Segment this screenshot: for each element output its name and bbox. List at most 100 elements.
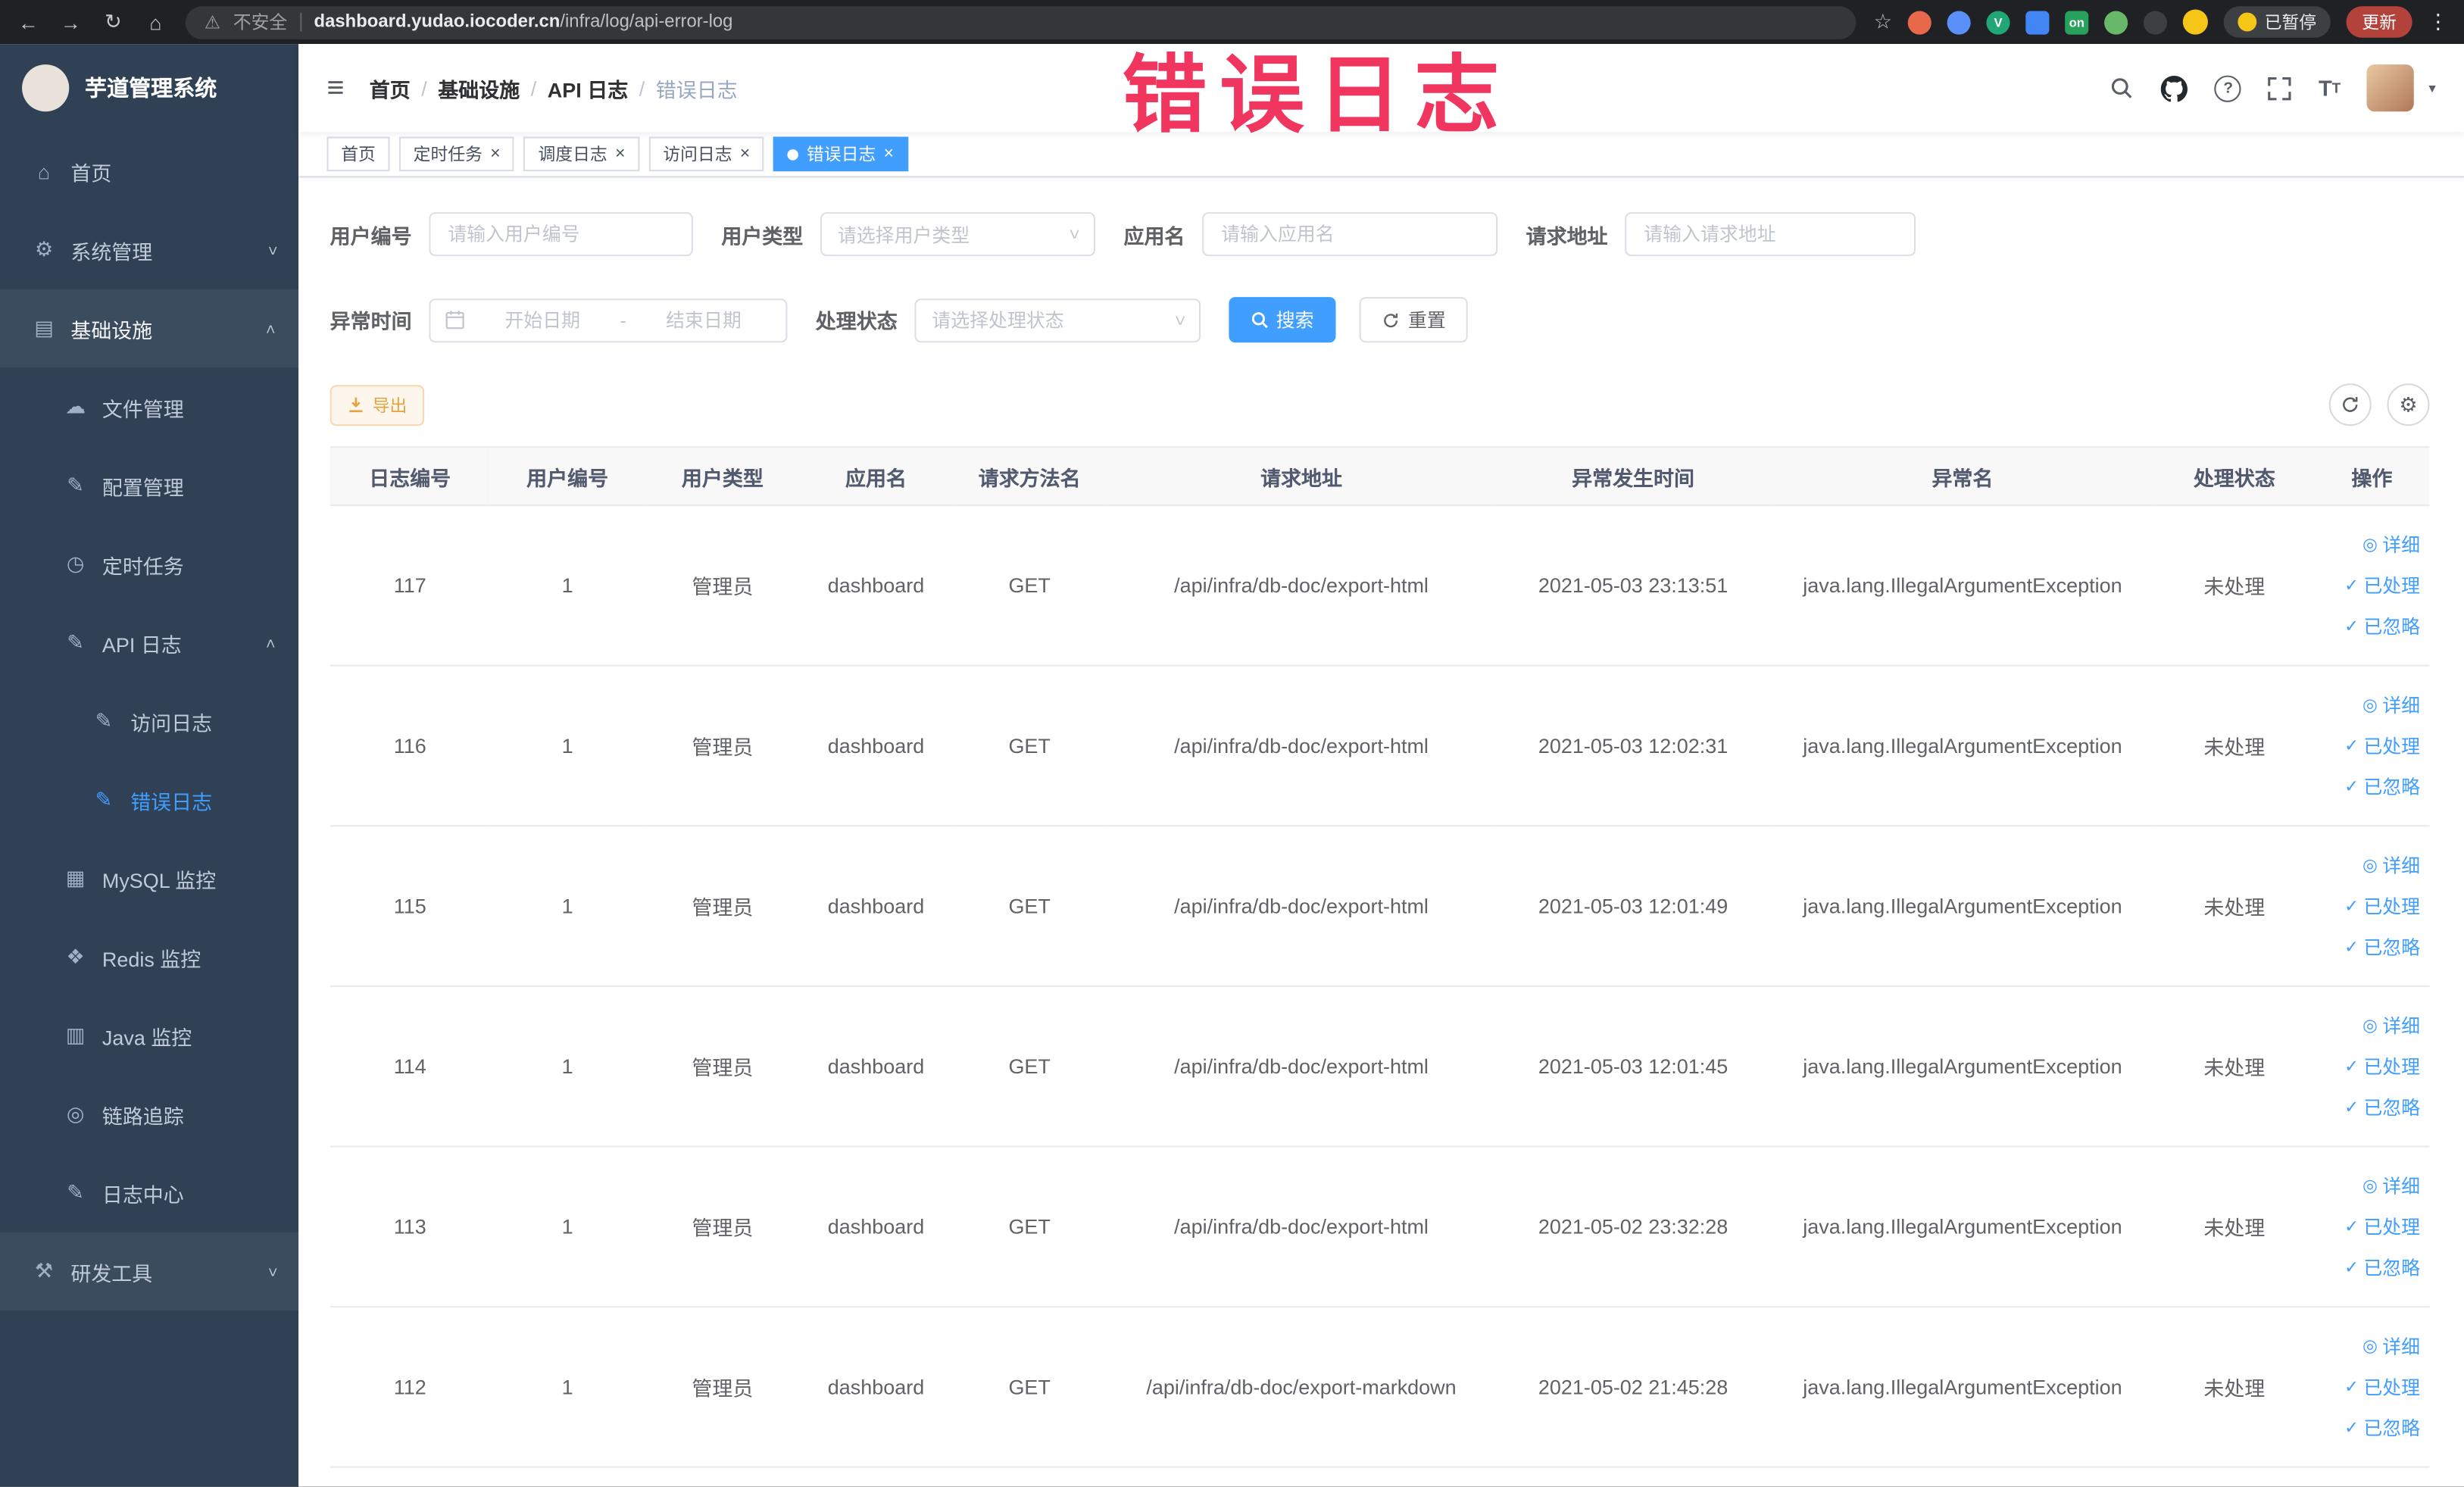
sidebar-item-api-log[interactable]: ✎ API 日志 >: [0, 604, 298, 683]
paused-chip[interactable]: 已暂停: [2223, 6, 2331, 38]
action-processed-link[interactable]: ✓ 已处理: [2321, 886, 2420, 926]
user-id-input[interactable]: [429, 212, 693, 257]
sidebar-item-label: 日志中心: [101, 1182, 184, 1207]
breadcrumb-item[interactable]: API 日志: [548, 73, 628, 102]
action-detail-link[interactable]: ◎ 详细: [2321, 524, 2420, 565]
browser-menu-icon[interactable]: ⋮: [2428, 9, 2448, 34]
action-processed-link[interactable]: ✓ 已处理: [2321, 725, 2420, 766]
action-processed-link[interactable]: ✓ 已处理: [2321, 1367, 2420, 1407]
reset-button[interactable]: 重置: [1359, 297, 1468, 343]
refresh-icon: [1384, 312, 1398, 327]
cell-time: 2021-05-02 21:45:28: [1495, 1307, 1771, 1468]
action-detail-link[interactable]: ◎ 详细: [2321, 1326, 2420, 1367]
action-detail-link[interactable]: ◎ 详细: [2321, 845, 2420, 886]
action-processed-link[interactable]: ✓ 已处理: [2321, 565, 2420, 606]
warning-icon: ⚠: [204, 14, 221, 33]
sidebar-item-mysql[interactable]: ▦ MySQL 监控: [0, 839, 298, 918]
cell-app: dashboard: [800, 826, 952, 987]
extension-on-icon[interactable]: on: [2065, 10, 2089, 34]
tab-job[interactable]: 定时任务 ×: [398, 136, 515, 172]
user-type-select[interactable]: 请选择用户类型 >: [820, 212, 1096, 257]
filter-user-type: 用户类型 请选择用户类型 >: [721, 212, 1096, 257]
font-size-icon[interactable]: TT: [2319, 76, 2341, 101]
sidebar-item-system[interactable]: ⚙ 系统管理 >: [0, 211, 298, 289]
export-button[interactable]: 导出: [329, 384, 425, 426]
chevron-down-icon[interactable]: ▾: [2428, 80, 2435, 97]
action-ignored-link[interactable]: ✓ 已忽略: [2321, 1087, 2420, 1128]
tab-access-log[interactable]: 访问日志 ×: [648, 136, 764, 172]
sidebar-toggle-icon[interactable]: ≡: [327, 73, 345, 102]
search-icon[interactable]: [2110, 76, 2135, 101]
sidebar-item-error-log[interactable]: ✎ 错误日志: [0, 761, 298, 839]
filter-request-url: 请求地址: [1526, 212, 1916, 257]
tab-job-log[interactable]: 调度日志 ×: [523, 136, 640, 172]
sidebar-item-infra[interactable]: ▤ 基础设施 >: [0, 289, 299, 368]
tab-close-icon[interactable]: ×: [740, 145, 750, 163]
action-detail-link[interactable]: ◎ 详细: [2321, 1165, 2420, 1206]
extension-dark-icon[interactable]: [2143, 10, 2168, 34]
exception-time-range-picker[interactable]: 开始日期 - 结束日期: [429, 298, 788, 342]
home-icon[interactable]: ⌂: [143, 10, 168, 33]
action-detail-link[interactable]: ◎ 详细: [2321, 1005, 2420, 1046]
devtools-icon: ⚒: [34, 1258, 54, 1282]
sidebar-item-redis[interactable]: ❖ Redis 监控: [0, 918, 298, 997]
request-url-input[interactable]: [1625, 212, 1916, 257]
reload-icon[interactable]: ↻: [101, 9, 126, 34]
chevron-up-icon: >: [263, 323, 281, 333]
extension-v-icon[interactable]: V: [1986, 10, 2010, 34]
table-row: 114 1 管理员 dashboard GET/api/infra/db-doc/exp…: [329, 986, 2430, 1148]
infrastructure-icon: ▤: [34, 316, 54, 340]
fullscreen-icon[interactable]: [2269, 77, 2292, 100]
tab-close-icon[interactable]: ×: [490, 145, 500, 163]
sidebar-item-home[interactable]: ⌂ 首页: [0, 132, 298, 211]
forward-icon[interactable]: →: [58, 10, 83, 33]
extension-leaf-icon[interactable]: [2104, 10, 2128, 34]
bookmark-star-icon[interactable]: ☆: [1874, 9, 1892, 34]
sidebar-item-devtools[interactable]: ⚒ 研发工具 >: [0, 1232, 299, 1311]
action-detail-link-label: 详细: [2382, 1175, 2421, 1198]
user-avatar[interactable]: [2367, 64, 2415, 112]
action-ignored-link[interactable]: ✓ 已忽略: [2321, 606, 2420, 647]
tab-close-icon[interactable]: ×: [615, 145, 625, 163]
column-settings-button[interactable]: ⚙: [2387, 383, 2430, 426]
action-detail-link[interactable]: ◎ 详细: [2321, 685, 2420, 726]
sidebar-item-java[interactable]: ▥ Java 监控: [0, 996, 298, 1075]
github-icon[interactable]: [2161, 74, 2188, 102]
app-name-input[interactable]: [1202, 212, 1498, 257]
sidebar-item-log-center[interactable]: ✎ 日志中心: [0, 1154, 298, 1232]
action-ignored-link[interactable]: ✓ 已忽略: [2321, 926, 2420, 967]
action-processed-link[interactable]: ✓ 已处理: [2321, 1206, 2420, 1247]
sidebar-item-job[interactable]: ◷ 定时任务: [0, 525, 298, 604]
update-button[interactable]: 更新: [2346, 6, 2412, 38]
process-status-select[interactable]: 请选择处理状态 >: [914, 298, 1201, 342]
tab-close-icon[interactable]: ×: [884, 145, 894, 163]
extension-adblock-icon[interactable]: [1907, 10, 1932, 34]
refresh-button[interactable]: [2328, 383, 2372, 426]
sidebar-item-access-log[interactable]: ✎ 访问日志: [0, 682, 298, 761]
action-ignored-link[interactable]: ✓ 已忽略: [2321, 766, 2420, 807]
app-title: 芋道管理系统: [85, 75, 217, 101]
breadcrumb-item[interactable]: 首页: [370, 73, 411, 102]
extension-grid-icon[interactable]: [2025, 10, 2050, 34]
tab-error-log[interactable]: 错误日志 ×: [773, 136, 908, 172]
sidebar-item-file[interactable]: ☁ 文件管理: [0, 367, 298, 446]
extension-drop-icon[interactable]: [1947, 10, 1971, 34]
cell-user-id: 1: [489, 665, 645, 827]
exception-time-label: 异常时间: [329, 309, 412, 333]
action-ignored-link[interactable]: ✓ 已忽略: [2321, 1247, 2420, 1288]
browser-profile-avatar[interactable]: [2182, 9, 2208, 35]
sidebar-item-trace[interactable]: ◎ 链路追踪: [0, 1075, 298, 1154]
action-ignored-link[interactable]: ✓ 已忽略: [2321, 1407, 2420, 1448]
cell-exception: java.lang.IllegalArgumentException: [1770, 986, 2155, 1148]
breadcrumb-item[interactable]: 基础设施: [438, 73, 520, 102]
address-bar[interactable]: ⚠ 不安全 dashboard.yudao.iocoder.cn/infra/l…: [185, 5, 1857, 39]
log-center-icon: ✎: [67, 1180, 84, 1204]
sidebar-item-config[interactable]: ✎ 配置管理: [0, 446, 298, 525]
search-button[interactable]: 搜索: [1229, 297, 1336, 343]
help-icon[interactable]: ?: [2215, 74, 2242, 102]
check-icon: ✓: [2344, 1258, 2359, 1278]
cell-method: GET: [951, 1307, 1107, 1468]
action-processed-link[interactable]: ✓ 已处理: [2321, 1046, 2420, 1087]
tab-home[interactable]: 首页: [326, 136, 390, 172]
back-icon[interactable]: ←: [16, 10, 41, 33]
